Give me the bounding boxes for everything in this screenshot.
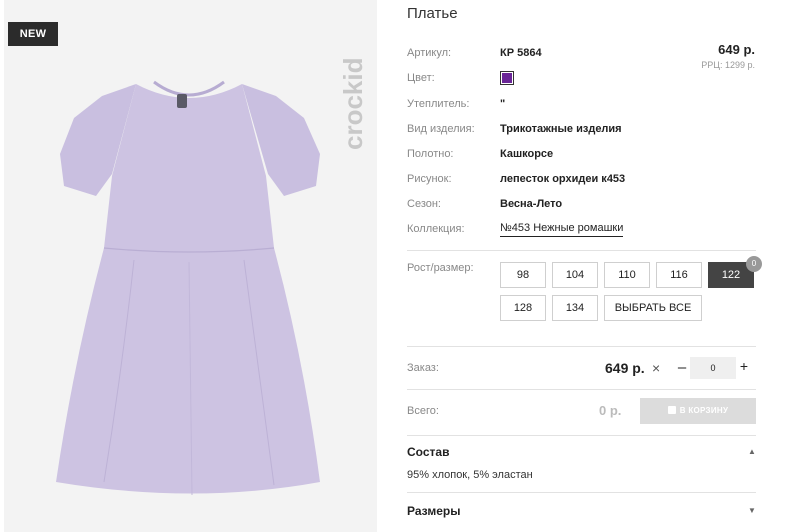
increase-quantity-button[interactable]: +: [737, 358, 751, 374]
divider: [407, 389, 756, 390]
divider: [407, 435, 756, 436]
chevron-down-icon[interactable]: ▼: [748, 506, 756, 515]
size-button-110[interactable]: 110: [604, 262, 650, 288]
total-value: 0 р.: [599, 403, 622, 418]
chevron-up-icon[interactable]: ▲: [748, 447, 756, 456]
attr-value: лепесток орхидеи к453: [500, 173, 626, 185]
attr-value: Весна-Лето: [500, 198, 563, 210]
divider: [407, 492, 756, 493]
attr-label: Коллекция:: [407, 223, 465, 235]
add-to-cart-button[interactable]: В КОРЗИНУ: [640, 398, 756, 424]
attr-label: Вид изделия:: [407, 123, 475, 135]
recommended-price: РРЦ: 1299 р.: [701, 60, 755, 70]
composition-text: 95% хлопок, 5% эластан: [407, 469, 533, 481]
product-title: Платье: [407, 5, 458, 22]
attr-value: ": [500, 98, 506, 110]
product-photo[interactable]: NEW crockid: [4, 0, 377, 532]
color-swatch[interactable]: [500, 71, 514, 85]
size-button-116[interactable]: 116: [656, 262, 702, 288]
svg-text:crockid: crockid: [338, 58, 368, 151]
collection-link[interactable]: №453 Нежные ромашки: [500, 221, 624, 237]
order-unit-price: 649 р.: [605, 360, 645, 376]
size-button-104[interactable]: 104: [552, 262, 598, 288]
shopping-bag-icon: [667, 406, 676, 414]
decrease-quantity-button[interactable]: –: [675, 359, 689, 376]
multiply-icon: ×: [652, 360, 661, 376]
divider: [407, 346, 756, 347]
size-button-134[interactable]: 134: [552, 295, 598, 321]
sizes-section-header[interactable]: Размеры: [407, 504, 460, 518]
attr-label: Цвет:: [407, 72, 435, 84]
attr-value: КР 5864: [500, 47, 542, 59]
quantity-input[interactable]: [690, 357, 736, 379]
brand-watermark-logo: crockid: [338, 58, 368, 151]
size-label: Рост/размер:: [407, 262, 474, 274]
attr-label: Рисунок:: [407, 173, 452, 185]
attr-label: Артикул:: [407, 47, 452, 59]
attr-value: Трикотажные изделия: [500, 123, 622, 135]
dress-image: [56, 80, 320, 496]
select-all-sizes-button[interactable]: ВЫБРАТЬ ВСЕ: [604, 295, 702, 321]
size-button-98[interactable]: 98: [500, 262, 546, 288]
attr-label: Полотно:: [407, 148, 454, 160]
total-label: Всего:: [407, 405, 439, 417]
order-label: Заказ:: [407, 362, 439, 374]
new-badge: NEW: [8, 22, 58, 46]
size-button-128[interactable]: 128: [500, 295, 546, 321]
attr-label: Утеплитель:: [407, 98, 470, 110]
attr-value: Кашкорсе: [500, 148, 554, 160]
add-to-cart-label: В КОРЗИНУ: [679, 406, 729, 415]
composition-section-header[interactable]: Состав: [407, 445, 449, 459]
attr-label: Сезон:: [407, 198, 441, 210]
divider: [407, 250, 756, 251]
selected-size-count-badge: 0: [746, 256, 762, 272]
product-price: 649 р.: [718, 42, 755, 57]
